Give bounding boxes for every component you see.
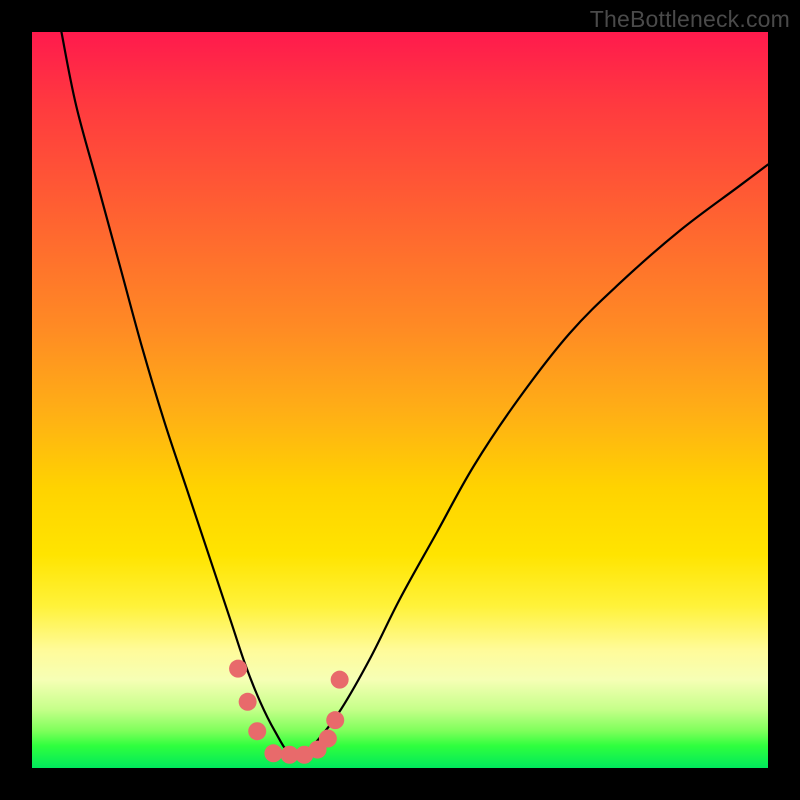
chart-frame: TheBottleneck.com bbox=[0, 0, 800, 800]
marker-point bbox=[239, 693, 257, 711]
watermark-text: TheBottleneck.com bbox=[590, 6, 790, 33]
marker-point bbox=[229, 660, 247, 678]
chart-svg bbox=[32, 32, 768, 768]
marker-group bbox=[229, 660, 349, 764]
plot-area bbox=[32, 32, 768, 768]
marker-point bbox=[326, 711, 344, 729]
marker-point bbox=[319, 730, 337, 748]
marker-point bbox=[331, 671, 349, 689]
marker-point bbox=[264, 744, 282, 762]
bottleneck-curve bbox=[61, 32, 768, 756]
marker-point bbox=[248, 722, 266, 740]
